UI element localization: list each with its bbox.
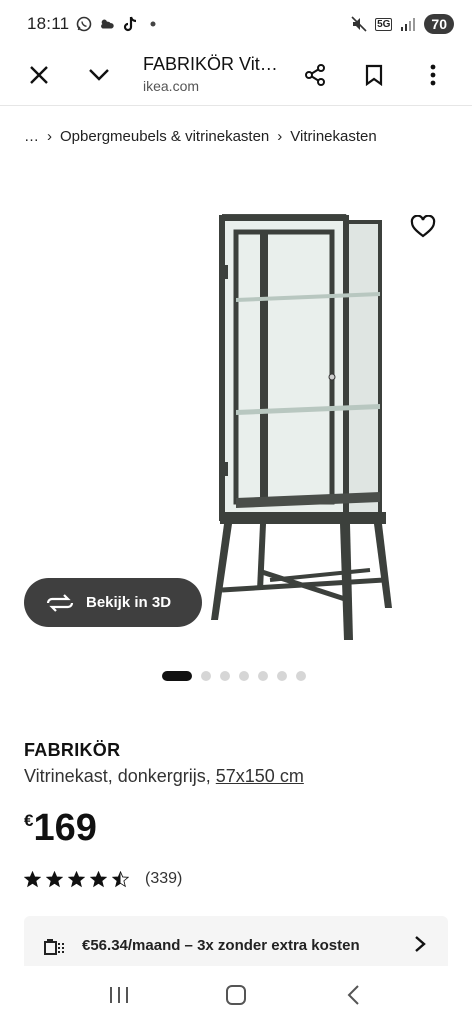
menu-button[interactable]	[414, 56, 452, 94]
page-title-area[interactable]: FABRIKÖR Vit… ikea.com	[143, 52, 293, 96]
rating-stars	[24, 870, 129, 888]
share-button[interactable]	[296, 56, 334, 94]
breadcrumb-ellipsis[interactable]: …	[24, 128, 39, 145]
product-dimensions-link[interactable]: 57x150 cm	[216, 766, 304, 786]
chevron-right-icon	[415, 936, 426, 952]
rating-count: (339)	[145, 870, 183, 887]
breadcrumb-item-vitrinekasten[interactable]: Vitrinekasten	[290, 128, 376, 145]
carousel-dot[interactable]	[296, 671, 306, 681]
page-title: FABRIKÖR Vit…	[143, 54, 278, 74]
breadcrumb: … › Opbergmeubels & vitrinekasten › Vitr…	[24, 128, 377, 145]
product-name: FABRIKÖR	[24, 740, 121, 760]
system-nav-bar	[0, 966, 472, 1024]
rotate-3d-icon	[46, 593, 74, 612]
favorite-button[interactable]	[410, 214, 438, 241]
breadcrumb-item-storage[interactable]: Opbergmeubels & vitrinekasten	[60, 128, 269, 145]
star-full-icon	[90, 870, 107, 887]
breadcrumb-separator: ›	[277, 128, 283, 145]
status-bar: 18:11 5G 70	[0, 0, 472, 48]
product-rating[interactable]: (339)	[24, 870, 182, 888]
network-type: 5G	[375, 17, 393, 31]
carousel-dot[interactable]	[277, 671, 287, 681]
breadcrumb-separator: ›	[47, 128, 52, 145]
close-button[interactable]	[20, 56, 58, 94]
signal-icon	[400, 16, 416, 32]
page-url: ikea.com	[143, 78, 200, 94]
star-full-icon	[68, 870, 85, 887]
whatsapp-icon	[76, 16, 92, 32]
tiktok-icon	[122, 16, 138, 32]
price-currency: €	[24, 811, 34, 830]
status-time: 18:11	[27, 14, 70, 33]
browser-toolbar: FABRIKÖR Vit… ikea.com	[0, 48, 472, 106]
bookmark-icon	[365, 64, 383, 86]
carousel-dot[interactable]	[239, 671, 249, 681]
image-carousel-dots	[162, 671, 306, 681]
collapse-button[interactable]	[80, 56, 118, 94]
star-full-icon	[46, 870, 63, 887]
installment-text: €56.34/maand – 3x zonder extra kosten	[82, 936, 360, 954]
battery-level: 70	[424, 14, 454, 34]
payment-icon	[44, 939, 66, 955]
carousel-dot[interactable]	[258, 671, 268, 681]
carousel-dot[interactable]	[220, 671, 230, 681]
view-3d-label: Bekijk in 3D	[86, 594, 172, 611]
star-full-icon	[24, 870, 41, 887]
recent-apps-button[interactable]	[99, 975, 139, 1015]
home-icon	[225, 985, 246, 1005]
star-half-icon	[112, 870, 129, 887]
share-icon	[305, 64, 325, 86]
back-chevron-icon	[347, 985, 360, 1005]
weather-icon	[99, 16, 115, 32]
price-value: 169	[33, 807, 97, 849]
heart-icon	[410, 214, 436, 238]
mute-icon	[351, 16, 367, 32]
carousel-dot[interactable]	[201, 671, 211, 681]
bookmark-button[interactable]	[355, 56, 393, 94]
back-button[interactable]	[333, 975, 373, 1015]
product-price: € 169	[24, 806, 97, 850]
chevron-down-icon	[89, 69, 109, 81]
home-button[interactable]	[216, 975, 256, 1015]
recent-apps-icon	[109, 987, 128, 1003]
product-type-color: Vitrinekast, donkergrijs,	[24, 766, 216, 786]
carousel-dot[interactable]	[162, 671, 192, 681]
dot-icon	[145, 16, 161, 32]
view-3d-button[interactable]: Bekijk in 3D	[24, 578, 202, 627]
close-icon	[30, 66, 48, 84]
more-vertical-icon	[430, 64, 436, 86]
product-description: Vitrinekast, donkergrijs, 57x150 cm	[24, 766, 304, 787]
